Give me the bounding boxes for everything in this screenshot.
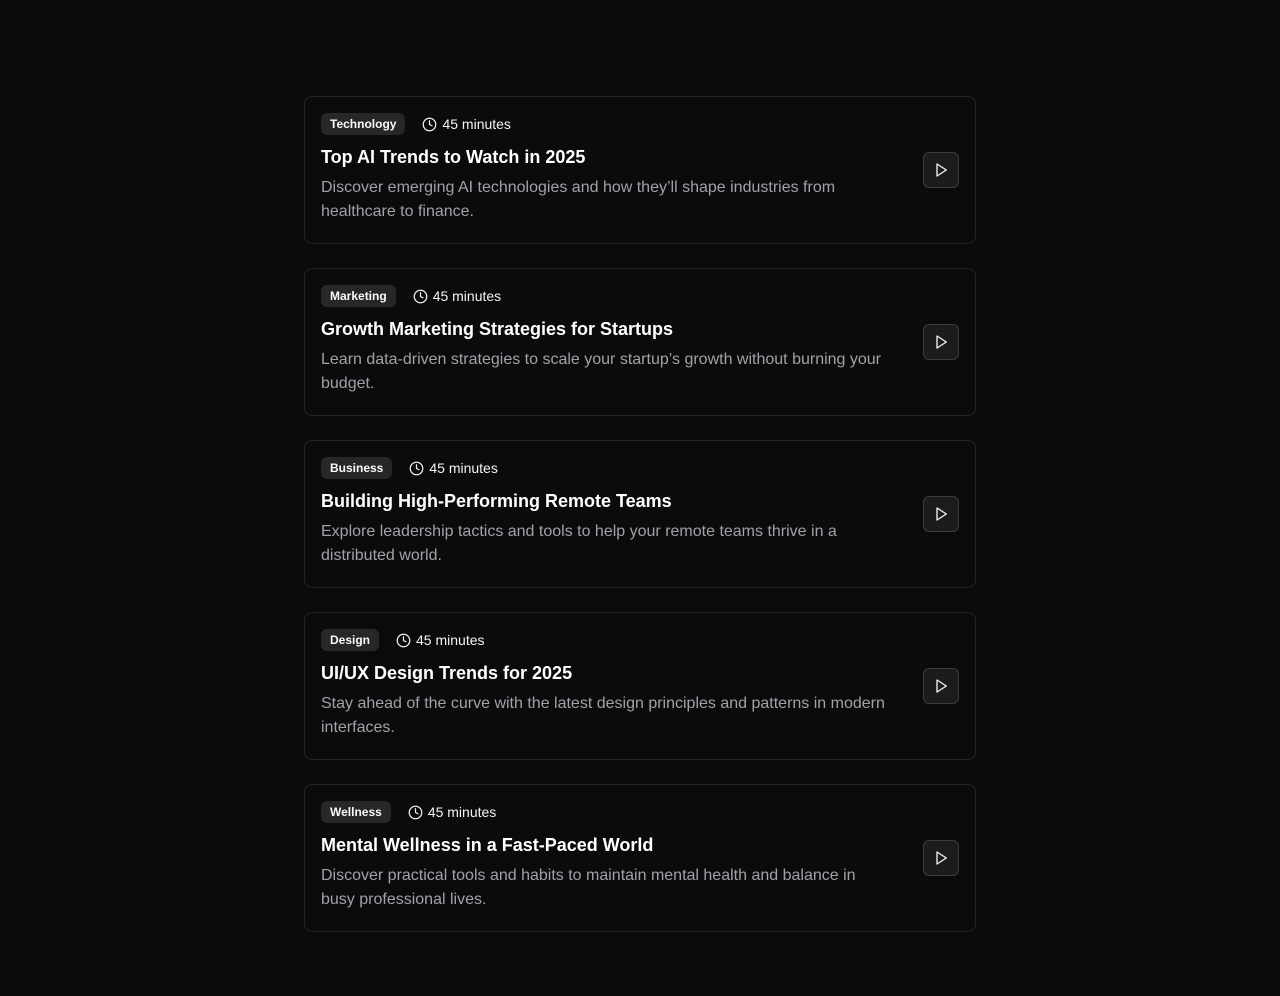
session-description: Explore leadership tactics and tools to … bbox=[321, 523, 837, 564]
category-badge: Technology bbox=[321, 113, 406, 135]
session-meta: Business 45 minutes bbox=[321, 457, 959, 479]
duration: 45 minutes bbox=[408, 804, 496, 820]
clock-icon bbox=[409, 461, 424, 475]
play-button[interactable] bbox=[923, 324, 959, 360]
session-description: Learn data-driven strategies to scale yo… bbox=[321, 351, 882, 392]
duration: 45 minutes bbox=[409, 460, 498, 476]
session-meta: Technology 45 minutes bbox=[321, 113, 959, 135]
clock-icon bbox=[413, 289, 428, 303]
play-icon bbox=[936, 851, 947, 865]
session-meta: Design 45 minutes bbox=[321, 629, 959, 651]
session-title: Mental Wellness in a Fast-Paced World bbox=[321, 835, 654, 855]
play-button[interactable] bbox=[923, 840, 959, 876]
play-icon bbox=[936, 163, 947, 177]
clock-icon bbox=[408, 805, 423, 819]
session-card: Design 45 minutes UI/UX Design Trends fo… bbox=[304, 612, 976, 760]
duration-label: 45 minutes bbox=[429, 460, 498, 476]
session-title: Building High-Performing Remote Teams bbox=[321, 491, 672, 511]
category-badge: Business bbox=[321, 457, 393, 479]
category-badge: Design bbox=[321, 629, 380, 651]
clock-icon bbox=[396, 633, 411, 647]
duration-label: 45 minutes bbox=[442, 116, 511, 132]
session-list: Technology 45 minutes Top AI Trends to W… bbox=[304, 96, 976, 932]
play-icon bbox=[936, 679, 947, 693]
duration-label: 45 minutes bbox=[432, 288, 502, 304]
category-badge: Marketing bbox=[321, 285, 396, 307]
duration-label: 45 minutes bbox=[416, 632, 485, 648]
session-description: Discover practical tools and habits to m… bbox=[321, 867, 856, 908]
session-title: Top AI Trends to Watch in 2025 bbox=[321, 147, 586, 167]
clock-icon bbox=[423, 117, 437, 131]
session-description: Stay ahead of the curve with the latest … bbox=[321, 695, 885, 736]
duration: 45 minutes bbox=[396, 632, 485, 648]
session-card: Marketing 45 minutes Growth Marketing St… bbox=[304, 268, 976, 416]
play-button[interactable] bbox=[923, 668, 959, 704]
play-icon bbox=[936, 507, 947, 521]
session-card: Wellness 45 minutes Mental Wellness in a… bbox=[304, 784, 976, 932]
session-card: Technology 45 minutes Top AI Trends to W… bbox=[304, 96, 976, 244]
session-title: UI/UX Design Trends for 2025 bbox=[321, 663, 573, 683]
category-badge: Wellness bbox=[321, 801, 391, 823]
session-description: Discover emerging AI technologies and ho… bbox=[321, 179, 836, 220]
session-title: Growth Marketing Strategies for Startups bbox=[321, 319, 674, 339]
play-icon bbox=[936, 335, 947, 349]
duration: 45 minutes bbox=[413, 288, 501, 304]
session-card: Business 45 minutes Building High-Perfor… bbox=[304, 440, 976, 588]
play-button[interactable] bbox=[923, 496, 959, 532]
session-meta: Marketing 45 minutes bbox=[321, 285, 959, 307]
play-button[interactable] bbox=[923, 152, 959, 188]
duration: 45 minutes bbox=[422, 116, 511, 132]
session-meta: Wellness 45 minutes bbox=[321, 801, 959, 823]
duration-label: 45 minutes bbox=[427, 804, 497, 820]
